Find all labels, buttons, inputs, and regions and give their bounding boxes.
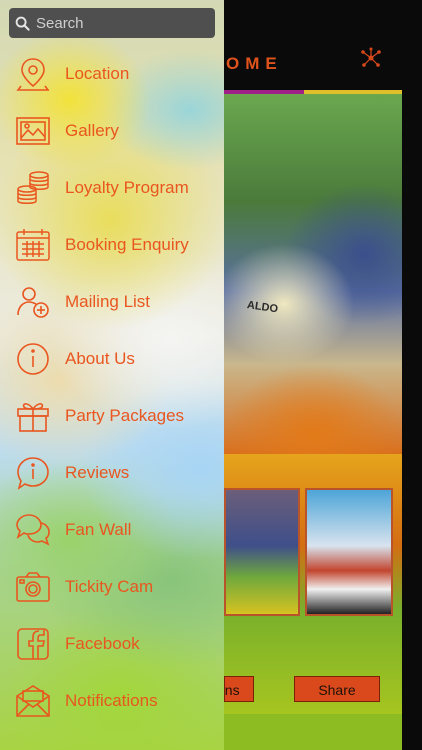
thumbnail-image[interactable] bbox=[224, 488, 300, 616]
menu-item-label: Loyalty Program bbox=[65, 177, 189, 197]
menu-item-facebook[interactable]: Facebook bbox=[0, 615, 224, 672]
menu-item-label: Gallery bbox=[65, 120, 119, 140]
search-bar[interactable] bbox=[9, 8, 215, 38]
menu-item-reviews[interactable]: Reviews bbox=[0, 444, 224, 501]
menu-item-label: Notifications bbox=[65, 690, 158, 710]
hero-image bbox=[224, 94, 402, 454]
coins-icon bbox=[14, 169, 52, 207]
info-bubble-icon bbox=[14, 454, 52, 492]
menu-item-party-packages[interactable]: Party Packages bbox=[0, 387, 224, 444]
menu-item-label: Facebook bbox=[65, 633, 140, 653]
menu-item-loyalty-program[interactable]: Loyalty Program bbox=[0, 159, 224, 216]
facebook-icon bbox=[14, 625, 52, 663]
menu-item-about-us[interactable]: About Us bbox=[0, 330, 224, 387]
app-title: OME bbox=[226, 54, 283, 73]
menu-item-notifications[interactable]: Notifications bbox=[0, 672, 224, 729]
menu-item-mailing-list[interactable]: Mailing List bbox=[0, 273, 224, 330]
add-user-icon bbox=[14, 283, 52, 321]
image-icon bbox=[14, 112, 52, 150]
menu-item-gallery[interactable]: Gallery bbox=[0, 102, 224, 159]
search-icon bbox=[15, 16, 30, 31]
menu-item-label: Reviews bbox=[65, 462, 130, 482]
menu-item-label: Mailing List bbox=[65, 291, 151, 311]
thumbnail-image[interactable] bbox=[305, 488, 393, 616]
location-pin-icon bbox=[14, 55, 52, 93]
partial-button-label: ons bbox=[224, 682, 240, 698]
menu-item-label: About Us bbox=[65, 348, 135, 368]
menu-item-label: Fan Wall bbox=[65, 519, 132, 539]
envelope-icon bbox=[14, 682, 52, 720]
menu-item-booking-enquiry[interactable]: Booking Enquiry bbox=[0, 216, 224, 273]
menu-item-label: Party Packages bbox=[65, 405, 185, 425]
camera-icon bbox=[14, 568, 52, 606]
menu-item-tickity-cam[interactable]: Tickity Cam bbox=[0, 558, 224, 615]
footer-strip bbox=[224, 714, 402, 750]
side-drawer: Location Gallery bbox=[0, 0, 224, 750]
search-input[interactable] bbox=[34, 13, 213, 33]
calendar-icon bbox=[14, 226, 52, 264]
menu-item-label: Location bbox=[65, 63, 130, 83]
partial-button[interactable]: ons bbox=[224, 676, 254, 702]
info-icon bbox=[14, 340, 52, 378]
menu-item-location[interactable]: Location bbox=[0, 45, 224, 102]
menu-item-label: Tickity Cam bbox=[65, 576, 154, 596]
menu-item-fan-wall[interactable]: Fan Wall bbox=[0, 501, 224, 558]
chat-bubbles-icon bbox=[14, 511, 52, 549]
menu-item-label: Booking Enquiry bbox=[65, 234, 189, 254]
share-button[interactable]: Share bbox=[294, 676, 380, 702]
gift-icon bbox=[14, 397, 52, 435]
network-icon[interactable] bbox=[360, 47, 382, 69]
